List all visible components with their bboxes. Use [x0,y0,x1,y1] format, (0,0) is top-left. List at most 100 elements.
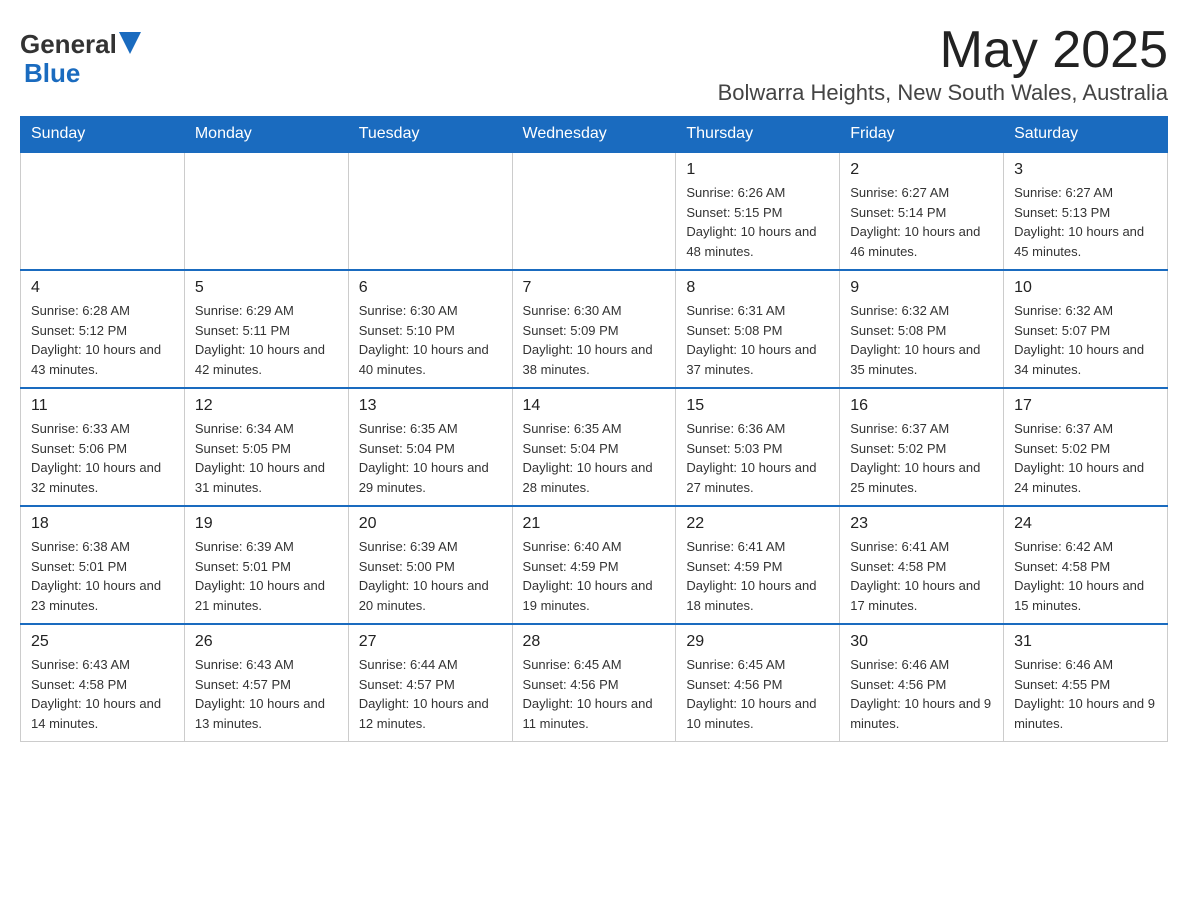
calendar-cell [21,152,185,270]
column-header-thursday: Thursday [676,117,840,153]
day-info: Sunrise: 6:44 AMSunset: 4:57 PMDaylight:… [359,655,502,733]
day-info: Sunrise: 6:39 AMSunset: 5:01 PMDaylight:… [195,537,338,615]
day-number: 7 [523,279,666,297]
calendar-cell: 11 Sunrise: 6:33 AMSunset: 5:06 PMDayligh… [21,388,185,506]
calendar-cell: 9 Sunrise: 6:32 AMSunset: 5:08 PMDaylight… [840,270,1004,388]
logo-triangle-icon [119,32,141,54]
calendar-cell: 14Sunrise: 6:35 AMSunset: 5:04 PMDayligh… [512,388,676,506]
day-number: 21 [523,515,666,533]
calendar-cell: 8Sunrise: 6:31 AMSunset: 5:08 PMDaylight… [676,270,840,388]
calendar-cell: 25 Sunrise: 6:43 AMSunset: 4:58 PMDayligh… [21,624,185,742]
calendar-cell: 3 Sunrise: 6:27 AMSunset: 5:13 PMDaylight… [1004,152,1168,270]
day-info: Sunrise: 6:27 AMSunset: 5:13 PMDaylight:… [1014,183,1157,261]
calendar-week-row: 25 Sunrise: 6:43 AMSunset: 4:58 PMDayligh… [21,624,1168,742]
calendar-cell: 13 Sunrise: 6:35 AMSunset: 5:04 PMDayligh… [348,388,512,506]
calendar-cell: 16Sunrise: 6:37 AMSunset: 5:02 PMDayligh… [840,388,1004,506]
day-number: 22 [686,515,829,533]
day-number: 15 [686,397,829,415]
calendar-cell [348,152,512,270]
day-number: 1 [686,161,829,179]
calendar-cell: 6Sunrise: 6:30 AMSunset: 5:10 PMDaylight… [348,270,512,388]
calendar-cell: 31 Sunrise: 6:46 AMSunset: 4:55 PMDayligh… [1004,624,1168,742]
calendar-cell: 30 Sunrise: 6:46 AMSunset: 4:56 PMDayligh… [840,624,1004,742]
calendar-cell: 17 Sunrise: 6:37 AMSunset: 5:02 PMDayligh… [1004,388,1168,506]
day-info: Sunrise: 6:41 AMSunset: 4:59 PMDaylight:… [686,537,829,615]
column-header-saturday: Saturday [1004,117,1168,153]
day-number: 9 [850,279,993,297]
calendar-cell: 7Sunrise: 6:30 AMSunset: 5:09 PMDaylight… [512,270,676,388]
calendar-cell: 15 Sunrise: 6:36 AMSunset: 5:03 PMDayligh… [676,388,840,506]
calendar-cell [184,152,348,270]
day-info: Sunrise: 6:32 AMSunset: 5:07 PMDaylight:… [1014,301,1157,379]
calendar-week-row: 1 Sunrise: 6:26 AMSunset: 5:15 PMDaylight… [21,152,1168,270]
day-info: Sunrise: 6:42 AMSunset: 4:58 PMDaylight:… [1014,537,1157,615]
column-header-friday: Friday [840,117,1004,153]
day-info: Sunrise: 6:32 AMSunset: 5:08 PMDaylight:… [850,301,993,379]
calendar-cell: 21 Sunrise: 6:40 AMSunset: 4:59 PMDayligh… [512,506,676,624]
day-number: 11 [31,397,174,415]
day-number: 31 [1014,633,1157,651]
calendar-cell: 2 Sunrise: 6:27 AMSunset: 5:14 PMDaylight… [840,152,1004,270]
day-number: 30 [850,633,993,651]
day-info: Sunrise: 6:28 AMSunset: 5:12 PMDaylight:… [31,301,174,379]
day-number: 23 [850,515,993,533]
day-info: Sunrise: 6:45 AMSunset: 4:56 PMDaylight:… [523,655,666,733]
calendar-cell: 1 Sunrise: 6:26 AMSunset: 5:15 PMDaylight… [676,152,840,270]
logo-general-text: General [20,30,117,59]
calendar-cell: 12 Sunrise: 6:34 AMSunset: 5:05 PMDayligh… [184,388,348,506]
day-number: 28 [523,633,666,651]
day-number: 20 [359,515,502,533]
day-number: 27 [359,633,502,651]
day-info: Sunrise: 6:46 AMSunset: 4:55 PMDaylight:… [1014,655,1157,733]
calendar-cell: 24 Sunrise: 6:42 AMSunset: 4:58 PMDayligh… [1004,506,1168,624]
day-info: Sunrise: 6:37 AMSunset: 5:02 PMDaylight:… [1014,419,1157,497]
day-info: Sunrise: 6:27 AMSunset: 5:14 PMDaylight:… [850,183,993,261]
calendar-cell: 5Sunrise: 6:29 AMSunset: 5:11 PMDaylight… [184,270,348,388]
day-info: Sunrise: 6:35 AMSunset: 5:04 PMDaylight:… [359,419,502,497]
day-info: Sunrise: 6:35 AMSunset: 5:04 PMDaylight:… [523,419,666,497]
calendar-cell: 19 Sunrise: 6:39 AMSunset: 5:01 PMDayligh… [184,506,348,624]
day-info: Sunrise: 6:46 AMSunset: 4:56 PMDaylight:… [850,655,993,733]
day-number: 24 [1014,515,1157,533]
calendar-cell: 22 Sunrise: 6:41 AMSunset: 4:59 PMDayligh… [676,506,840,624]
page-header: General Blue May 2025 Bolwarra Heights, … [20,20,1168,106]
day-info: Sunrise: 6:36 AMSunset: 5:03 PMDaylight:… [686,419,829,497]
day-info: Sunrise: 6:43 AMSunset: 4:57 PMDaylight:… [195,655,338,733]
column-header-wednesday: Wednesday [512,117,676,153]
calendar-week-row: 4 Sunrise: 6:28 AMSunset: 5:12 PMDaylight… [21,270,1168,388]
day-number: 13 [359,397,502,415]
day-info: Sunrise: 6:29 AMSunset: 5:11 PMDaylight:… [195,301,338,379]
day-number: 19 [195,515,338,533]
calendar-week-row: 18Sunrise: 6:38 AMSunset: 5:01 PMDayligh… [21,506,1168,624]
day-number: 18 [31,515,174,533]
calendar-table: SundayMondayTuesdayWednesdayThursdayFrid… [20,116,1168,742]
calendar-cell: 10Sunrise: 6:32 AMSunset: 5:07 PMDayligh… [1004,270,1168,388]
day-number: 25 [31,633,174,651]
day-info: Sunrise: 6:26 AMSunset: 5:15 PMDaylight:… [686,183,829,261]
location-title: Bolwarra Heights, New South Wales, Austr… [718,80,1168,106]
day-number: 8 [686,279,829,297]
calendar-cell: 23 Sunrise: 6:41 AMSunset: 4:58 PMDayligh… [840,506,1004,624]
day-number: 2 [850,161,993,179]
calendar-cell [512,152,676,270]
title-area: May 2025 Bolwarra Heights, New South Wal… [718,20,1168,106]
calendar-header-row: SundayMondayTuesdayWednesdayThursdayFrid… [21,117,1168,153]
day-number: 12 [195,397,338,415]
day-number: 4 [31,279,174,297]
day-number: 17 [1014,397,1157,415]
calendar-cell: 20Sunrise: 6:39 AMSunset: 5:00 PMDayligh… [348,506,512,624]
day-info: Sunrise: 6:45 AMSunset: 4:56 PMDaylight:… [686,655,829,733]
day-info: Sunrise: 6:34 AMSunset: 5:05 PMDaylight:… [195,419,338,497]
calendar-cell: 18Sunrise: 6:38 AMSunset: 5:01 PMDayligh… [21,506,185,624]
calendar-cell: 29 Sunrise: 6:45 AMSunset: 4:56 PMDayligh… [676,624,840,742]
day-number: 29 [686,633,829,651]
day-info: Sunrise: 6:33 AMSunset: 5:06 PMDaylight:… [31,419,174,497]
day-number: 6 [359,279,502,297]
day-info: Sunrise: 6:40 AMSunset: 4:59 PMDaylight:… [523,537,666,615]
column-header-tuesday: Tuesday [348,117,512,153]
column-header-sunday: Sunday [21,117,185,153]
day-number: 3 [1014,161,1157,179]
day-info: Sunrise: 6:41 AMSunset: 4:58 PMDaylight:… [850,537,993,615]
column-header-monday: Monday [184,117,348,153]
day-info: Sunrise: 6:43 AMSunset: 4:58 PMDaylight:… [31,655,174,733]
